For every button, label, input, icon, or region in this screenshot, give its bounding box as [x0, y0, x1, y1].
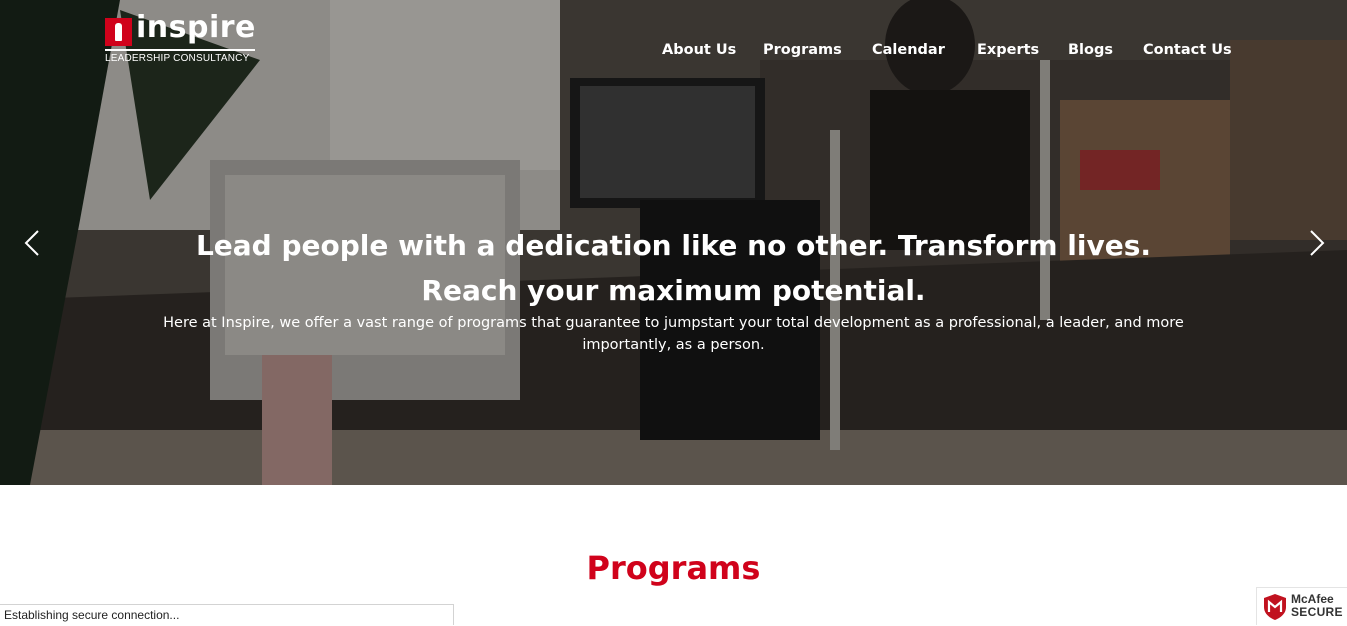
nav-blogs[interactable]: Blogs	[1068, 42, 1113, 58]
logo-wordmark: inspire	[136, 10, 256, 45]
programs-heading: Programs	[586, 549, 761, 587]
keyhole-logo-icon	[105, 18, 132, 46]
mcafee-brand: McAfee	[1291, 592, 1334, 606]
hero-slider: inspire LEADERSHIP CONSULTANCY About Us …	[0, 0, 1347, 485]
nav-experts[interactable]: Experts	[977, 42, 1039, 58]
mcafee-secure-label: SECURE	[1291, 605, 1343, 619]
chevron-left-icon[interactable]	[22, 229, 42, 257]
mcafee-shield-icon	[1264, 594, 1286, 620]
chevron-right-icon[interactable]	[1307, 229, 1327, 257]
mcafee-secure-badge[interactable]: McAfee SECURE	[1256, 587, 1347, 625]
site-logo[interactable]: inspire LEADERSHIP CONSULTANCY	[105, 10, 257, 68]
hero-subtext: Here at Inspire, we offer a vast range o…	[163, 315, 1184, 353]
nav-contact-us[interactable]: Contact Us	[1143, 42, 1232, 58]
nav-calendar[interactable]: Calendar	[872, 42, 945, 58]
hero-headline: Lead people with a dedication like no ot…	[195, 229, 1152, 307]
nav-about-us[interactable]: About Us	[662, 42, 736, 58]
nav-programs[interactable]: Programs	[763, 42, 842, 58]
browser-status-bar: Establishing secure connection...	[0, 604, 454, 625]
logo-tagline: LEADERSHIP CONSULTANCY	[105, 53, 250, 64]
logo-divider	[105, 49, 255, 51]
